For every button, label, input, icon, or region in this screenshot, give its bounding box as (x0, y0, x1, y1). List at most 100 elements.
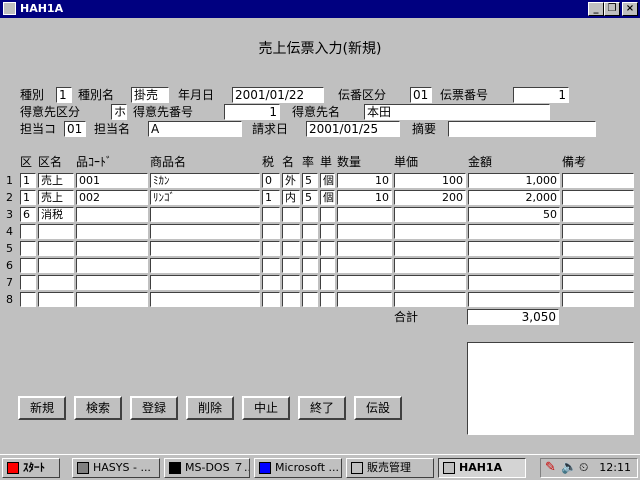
cell-mei[interactable] (282, 224, 300, 239)
tanto-code-field[interactable]: 01 (64, 121, 86, 137)
cell-hin-code[interactable]: 002 (76, 190, 148, 205)
cell-kumei[interactable] (38, 275, 74, 290)
settings-button[interactable]: 伝設 (354, 396, 402, 420)
taskbar-item-hanbai[interactable]: 販売管理 (346, 458, 434, 478)
cell-hin-code[interactable] (76, 241, 148, 256)
cell-biko[interactable] (562, 241, 634, 256)
cell-ku[interactable] (20, 292, 36, 307)
cell-hin-code[interactable] (76, 224, 148, 239)
tokuisaki-name-field[interactable]: 本田 (364, 104, 550, 120)
cell-ku[interactable] (20, 275, 36, 290)
cell-tan[interactable] (320, 258, 335, 273)
cell-ku[interactable] (20, 224, 36, 239)
cell-ritsu[interactable] (302, 224, 318, 239)
cell-kumei[interactable] (38, 241, 74, 256)
cell-biko[interactable] (562, 258, 634, 273)
cell-ku[interactable]: 1 (20, 190, 36, 205)
cell-suryo[interactable] (337, 258, 392, 273)
cell-hin-code[interactable] (76, 292, 148, 307)
cell-biko[interactable] (562, 292, 634, 307)
cell-tan[interactable]: 個 (320, 173, 335, 188)
seikyu-date-field[interactable]: 2001/01/25 (306, 121, 400, 137)
app-icon[interactable] (3, 2, 16, 15)
cell-shohin-mei[interactable] (150, 275, 260, 290)
cell-mei[interactable] (282, 275, 300, 290)
cell-kingaku[interactable]: 2,000 (468, 190, 560, 205)
cell-suryo[interactable] (337, 275, 392, 290)
cell-zei[interactable] (262, 224, 280, 239)
cell-kingaku[interactable] (468, 275, 560, 290)
tanto-name-field[interactable]: A (148, 121, 242, 137)
taskbar-item-msdos[interactable]: MS-DOS ７... (164, 458, 250, 478)
cell-ritsu[interactable] (302, 258, 318, 273)
cell-tan[interactable] (320, 224, 335, 239)
cell-tanka[interactable] (394, 275, 466, 290)
cell-biko[interactable] (562, 207, 634, 222)
pen-icon[interactable]: ✎ (545, 460, 556, 475)
cell-shohin-mei[interactable] (150, 258, 260, 273)
tokuisaki-kubun-field[interactable]: ホ (111, 104, 127, 120)
search-button[interactable]: 検索 (74, 396, 122, 420)
cell-ritsu[interactable] (302, 207, 318, 222)
shubetsu-name-field[interactable]: 掛売 (131, 87, 169, 103)
cell-hin-code[interactable] (76, 258, 148, 273)
cell-tan[interactable] (320, 207, 335, 222)
cell-kumei[interactable]: 売上 (38, 190, 74, 205)
cell-shohin-mei[interactable] (150, 224, 260, 239)
cell-ritsu[interactable]: 5 (302, 190, 318, 205)
cell-biko[interactable] (562, 190, 634, 205)
cell-mei[interactable] (282, 292, 300, 307)
denpyo-no-field[interactable]: 1 (513, 87, 569, 103)
delete-button[interactable]: 削除 (186, 396, 234, 420)
cell-tanka[interactable] (394, 224, 466, 239)
cell-kingaku[interactable] (468, 224, 560, 239)
cell-shohin-mei[interactable] (150, 207, 260, 222)
cell-shohin-mei[interactable] (150, 241, 260, 256)
cell-ritsu[interactable] (302, 275, 318, 290)
cell-suryo[interactable]: 10 (337, 173, 392, 188)
shubetsu-field[interactable]: 1 (56, 87, 72, 103)
cell-tan[interactable] (320, 292, 335, 307)
cell-ritsu[interactable] (302, 241, 318, 256)
cell-tan[interactable]: 個 (320, 190, 335, 205)
cell-kumei[interactable] (38, 292, 74, 307)
cell-kingaku[interactable]: 1,000 (468, 173, 560, 188)
cell-zei[interactable] (262, 258, 280, 273)
cell-mei[interactable]: 内 (282, 190, 300, 205)
cell-zei[interactable]: 1 (262, 190, 280, 205)
cell-tanka[interactable] (394, 241, 466, 256)
new-button[interactable]: 新規 (18, 396, 66, 420)
cell-kingaku[interactable] (468, 241, 560, 256)
close-button[interactable]: × (622, 2, 638, 16)
cell-suryo[interactable] (337, 241, 392, 256)
cell-mei[interactable]: 外 (282, 173, 300, 188)
date-field[interactable]: 2001/01/22 (232, 87, 324, 103)
cell-hin-code[interactable] (76, 275, 148, 290)
cell-suryo[interactable] (337, 224, 392, 239)
cell-shohin-mei[interactable]: ﾘﾝｺﾞ (150, 190, 260, 205)
cell-shohin-mei[interactable]: ﾐｶﾝ (150, 173, 260, 188)
cell-biko[interactable] (562, 275, 634, 290)
cell-mei[interactable] (282, 241, 300, 256)
title-bar[interactable]: HAH1A _ ❐ × (0, 0, 640, 18)
cell-tan[interactable] (320, 241, 335, 256)
cell-kingaku[interactable]: 50 (468, 207, 560, 222)
cell-ku[interactable] (20, 258, 36, 273)
cell-ku[interactable]: 6 (20, 207, 36, 222)
cell-mei[interactable] (282, 258, 300, 273)
cell-suryo[interactable] (337, 292, 392, 307)
cell-tanka[interactable]: 100 (394, 173, 466, 188)
exit-button[interactable]: 終了 (298, 396, 346, 420)
cell-ritsu[interactable]: 5 (302, 173, 318, 188)
cell-tanka[interactable] (394, 258, 466, 273)
clock[interactable]: 12:11 (599, 461, 631, 474)
cell-kumei[interactable] (38, 258, 74, 273)
cell-kingaku[interactable] (468, 292, 560, 307)
register-button[interactable]: 登録 (130, 396, 178, 420)
cell-suryo[interactable] (337, 207, 392, 222)
cell-zei[interactable] (262, 207, 280, 222)
cell-zei[interactable] (262, 292, 280, 307)
minimize-button[interactable]: _ (588, 2, 604, 16)
tokuisaki-no-field[interactable]: 1 (224, 104, 280, 120)
cell-hin-code[interactable] (76, 207, 148, 222)
